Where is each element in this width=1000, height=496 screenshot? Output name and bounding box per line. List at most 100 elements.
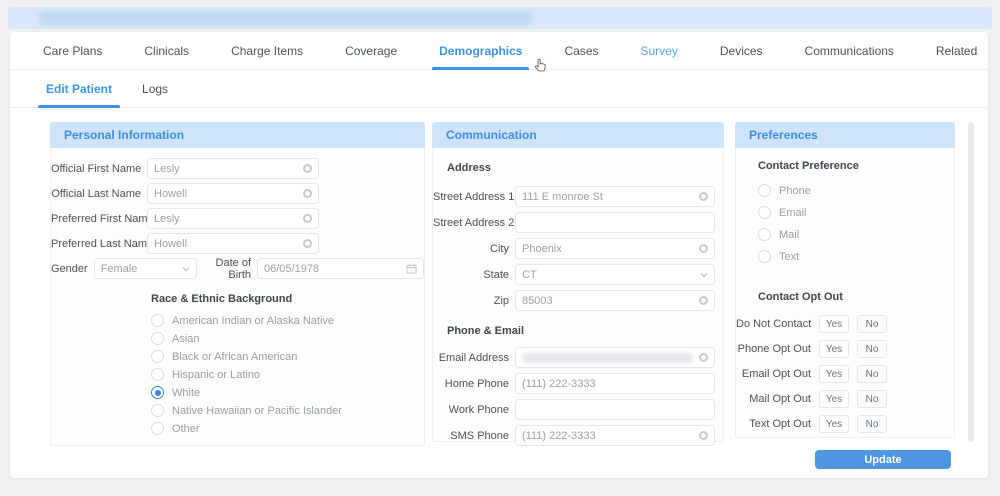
sms-phone-input[interactable] [522,430,699,442]
gender-label: Gender [51,263,88,275]
radio-white[interactable]: White [151,386,424,399]
dob-input[interactable] [264,263,406,275]
city-input[interactable] [522,243,699,255]
tab-clinicals[interactable]: Clinicals [123,32,210,69]
official-first-name-input[interactable] [154,163,303,175]
field-label: Preferred Last Name [51,238,141,250]
phone-email-section-header: Phone & Email [433,325,723,337]
panel-body: Address Street Address 1 Street Address … [432,148,724,442]
tab-devices[interactable]: Devices [699,32,784,69]
radio-other[interactable]: Other [151,422,424,435]
preferred-first-name-field[interactable] [147,208,319,229]
zip-field[interactable] [515,290,715,311]
opt-row-label: Phone Opt Out [736,343,811,355]
calendar-icon[interactable] [406,263,417,274]
street-address-2-field[interactable] [515,212,715,233]
tab-demographics[interactable]: Demographics [418,32,543,69]
update-button[interactable]: Update [815,450,951,469]
radio-icon [151,422,164,435]
email-opt-out-no-button[interactable]: No [857,365,887,383]
radio-contact-text[interactable]: Text [758,250,954,263]
zip-input[interactable] [522,295,699,307]
home-phone-field[interactable] [515,373,715,394]
text-opt-out-yes-button[interactable]: Yes [819,415,849,433]
content-area: Personal Information Official First Name… [10,108,988,478]
panel-communication: Communication Address Street Address 1 S… [432,122,724,442]
radio-label: Asian [172,333,200,345]
street-address-1-input[interactable] [522,191,699,203]
field-label: Preferred First Name [51,213,141,225]
official-last-name-field[interactable] [147,183,319,204]
radio-label: Phone [779,185,811,197]
street-address-1-field[interactable] [515,186,715,207]
field-label: Street Address 1 [433,191,509,203]
radio-contact-phone[interactable]: Phone [758,184,954,197]
radio-icon [151,314,164,327]
field-label: City [433,243,509,255]
tab-communications[interactable]: Communications [784,32,915,69]
radio-label: American Indian or Alaska Native [172,315,334,327]
radio-icon [151,350,164,363]
opt-row-label: Mail Opt Out [736,393,811,405]
gear-icon [699,296,708,305]
email-opt-out-yes-button[interactable]: Yes [819,365,849,383]
radio-asian[interactable]: Asian [151,332,424,345]
vertical-scrollbar[interactable] [968,122,974,442]
gender-select[interactable]: Female [94,258,197,279]
redacted-patient-info [38,11,533,25]
preferred-last-name-field[interactable] [147,233,319,254]
tab-care-plans[interactable]: Care Plans [22,32,123,69]
sms-phone-field[interactable] [515,425,715,446]
state-value: CT [522,269,700,281]
do-not-contact-no-button[interactable]: No [857,315,887,333]
radio-black-african-american[interactable]: Black or African American [151,350,424,363]
contact-preference-group: Phone Email Mail Text [736,184,954,263]
dob-field[interactable] [257,258,424,279]
dob-label: Date of Birth [211,257,251,281]
radio-contact-mail[interactable]: Mail [758,228,954,241]
panel-personal-information: Personal Information Official First Name… [50,122,425,446]
tab-survey[interactable]: Survey [620,32,699,69]
city-field[interactable] [515,238,715,259]
tab-coverage[interactable]: Coverage [324,32,418,69]
radio-label: Email [779,207,807,219]
work-phone-input[interactable] [522,404,708,416]
subtab-edit-patient[interactable]: Edit Patient [36,70,122,107]
phone-opt-out-no-button[interactable]: No [857,340,887,358]
mail-opt-out-no-button[interactable]: No [857,390,887,408]
tab-cases[interactable]: Cases [543,32,619,69]
preferred-first-name-input[interactable] [154,213,303,225]
panel-body: Official First Name Official Last Name P… [50,148,425,446]
radio-label: White [172,387,200,399]
opt-row-label: Text Opt Out [736,418,811,430]
radio-native-hawaiian[interactable]: Native Hawaiian or Pacific Islander [151,404,424,417]
mail-opt-out-yes-button[interactable]: Yes [819,390,849,408]
text-opt-out-no-button[interactable]: No [857,415,887,433]
field-label: Zip [433,295,509,307]
race-ethnic-background-group: Race & Ethnic Background American Indian… [151,293,424,435]
phone-opt-out-yes-button[interactable]: Yes [819,340,849,358]
radio-icon [758,228,771,241]
home-phone-input[interactable] [522,378,708,390]
street-address-2-input[interactable] [522,217,708,229]
do-not-contact-yes-button[interactable]: Yes [819,315,849,333]
tab-charge-items[interactable]: Charge Items [210,32,324,69]
panel-body: Contact Preference Phone Email Mail [735,148,955,438]
subtab-logs[interactable]: Logs [132,70,178,107]
radio-hispanic-latino[interactable]: Hispanic or Latino [151,368,424,381]
preferred-last-name-input[interactable] [154,238,303,250]
radio-contact-email[interactable]: Email [758,206,954,219]
field-label: Work Phone [433,404,509,416]
patient-banner [8,7,992,29]
tab-related[interactable]: Related [915,32,998,69]
email-address-field[interactable] [515,347,715,368]
state-select[interactable]: CT [515,264,715,285]
official-last-name-input[interactable] [154,188,303,200]
radio-selected-icon [151,386,164,399]
field-label: State [433,269,509,281]
field-label: Home Phone [433,378,509,390]
work-phone-field[interactable] [515,399,715,420]
radio-label: Native Hawaiian or Pacific Islander [172,405,342,417]
official-first-name-field[interactable] [147,158,319,179]
radio-american-indian[interactable]: American Indian or Alaska Native [151,314,424,327]
